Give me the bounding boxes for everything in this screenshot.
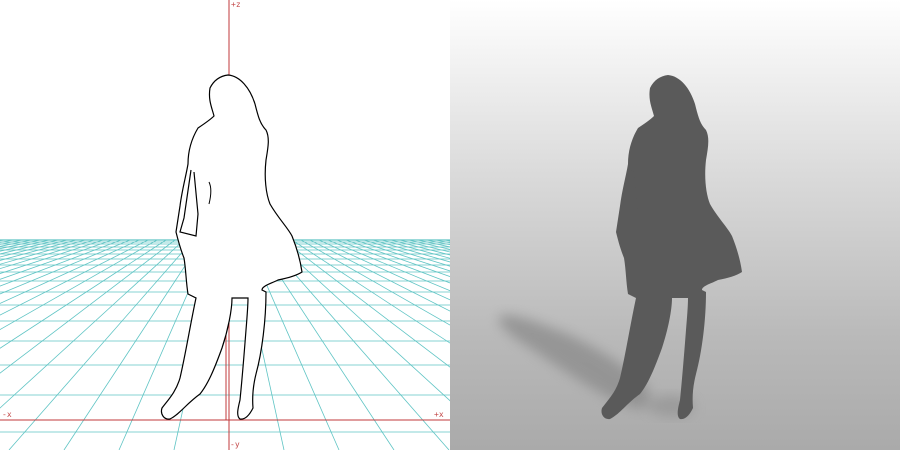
grid-column-line xyxy=(0,239,167,349)
figure-silhouette[interactable] xyxy=(601,75,742,420)
grid-column-line xyxy=(0,239,131,295)
grid-column-line xyxy=(0,239,176,374)
grid-column-line xyxy=(0,239,185,409)
axis-label-y-neg: -y xyxy=(230,440,240,449)
grid-column-line xyxy=(0,239,122,287)
grid-column-line xyxy=(0,239,95,270)
grid-column-line xyxy=(291,239,450,344)
render-viewport[interactable] xyxy=(450,0,900,450)
axis-label-x-pos: +x xyxy=(434,410,444,419)
grid-column-line xyxy=(309,239,450,312)
grid-column-line xyxy=(0,239,104,275)
grid-column-line xyxy=(0,239,113,280)
grid-column-line xyxy=(0,239,86,265)
render-canvas xyxy=(498,75,742,420)
axis-label-z-pos: +z xyxy=(231,0,241,9)
wireframe-viewport[interactable]: +z +y -y -x +x xyxy=(0,0,450,450)
split-viewport: +z +y -y -x +x xyxy=(0,0,900,450)
grid-column-line xyxy=(300,239,450,326)
figure-outline[interactable] xyxy=(160,74,303,420)
grid-column-line xyxy=(318,239,450,301)
wireframe-canvas: +z +y -y -x +x xyxy=(0,0,450,450)
axis-label-x-neg: -x xyxy=(2,410,12,419)
grid-column-line xyxy=(408,239,450,250)
